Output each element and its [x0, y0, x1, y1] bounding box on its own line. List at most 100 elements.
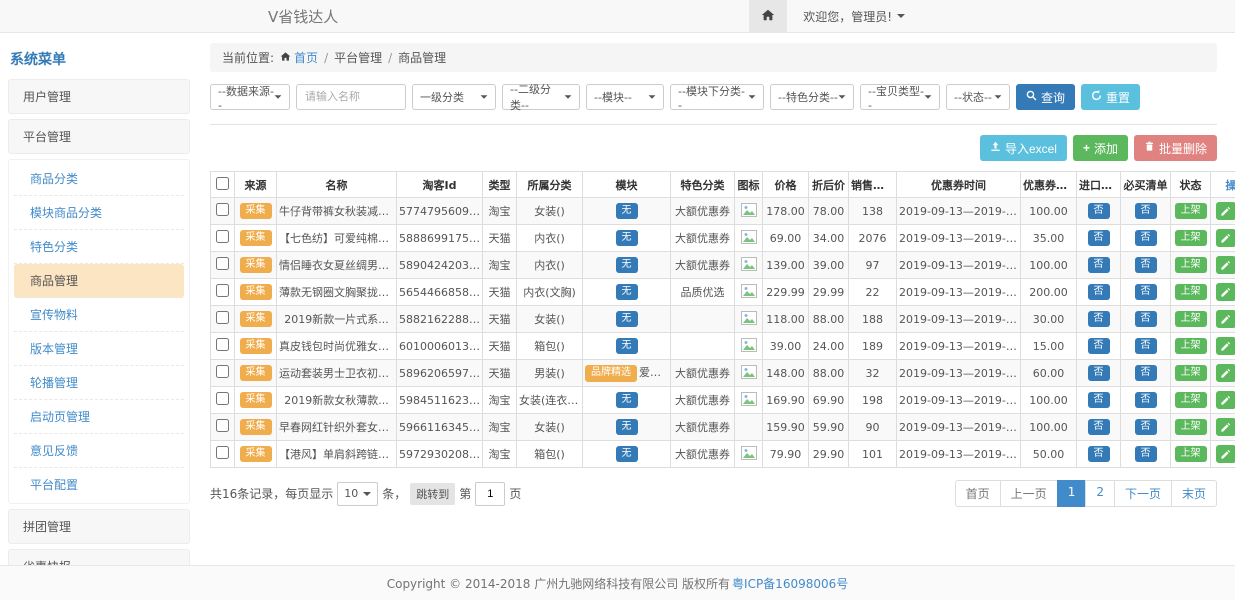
edit-button[interactable] — [1216, 364, 1235, 382]
row-checkbox[interactable] — [216, 365, 229, 378]
row-checkbox[interactable] — [216, 338, 229, 351]
pager-button-2[interactable]: 2 — [1085, 480, 1115, 507]
edit-button[interactable] — [1216, 391, 1235, 409]
import-toggle[interactable]: 否 — [1088, 230, 1110, 247]
sidebar-item-省惠快报[interactable]: 省惠快报 — [8, 549, 190, 565]
sidebar-item-商品分类[interactable]: 商品分类 — [14, 162, 184, 196]
edit-button[interactable] — [1216, 445, 1235, 463]
import-toggle[interactable]: 否 — [1088, 338, 1110, 355]
jump-to-button[interactable]: 跳转到 — [410, 483, 455, 505]
sidebar-item-轮播管理[interactable]: 轮播管理 — [14, 366, 184, 400]
status-toggle[interactable]: 上架 — [1175, 419, 1207, 436]
status-toggle[interactable]: 上架 — [1175, 257, 1207, 274]
sidebar-item-平台管理[interactable]: 平台管理 — [8, 119, 190, 154]
must-buy-toggle[interactable]: 否 — [1135, 419, 1157, 436]
per-page-select[interactable]: 10 — [337, 482, 378, 506]
column-header-来源: 来源 — [235, 172, 277, 198]
must-buy-toggle[interactable]: 否 — [1135, 311, 1157, 328]
row-checkbox[interactable] — [216, 446, 229, 459]
must-buy-toggle[interactable]: 否 — [1135, 338, 1157, 355]
batch-delete-button[interactable]: 批量删除 — [1134, 135, 1217, 161]
status-toggle[interactable]: 上架 — [1175, 203, 1207, 220]
row-checkbox[interactable] — [216, 311, 229, 324]
filter-select[interactable]: --模块下分类-- — [670, 84, 764, 110]
row-checkbox[interactable] — [216, 257, 229, 270]
sidebar-item-模块商品分类[interactable]: 模块商品分类 — [14, 196, 184, 230]
sidebar-item-版本管理[interactable]: 版本管理 — [14, 332, 184, 366]
status-toggle[interactable]: 上架 — [1175, 284, 1207, 301]
main-content: 当前位置: 首页 / 平台管理 / 商品管理 --数据来源-- 一级分类--二级分… — [210, 43, 1217, 565]
sidebar-item-意见反馈[interactable]: 意见反馈 — [14, 434, 184, 468]
filter-select[interactable]: --数据来源-- — [210, 84, 290, 110]
status-toggle[interactable]: 上架 — [1175, 230, 1207, 247]
filter-select[interactable]: --模块-- — [586, 84, 664, 110]
page-number-input[interactable] — [475, 482, 505, 506]
module-text: 爱上运动 — [639, 366, 671, 379]
import-toggle[interactable]: 否 — [1088, 446, 1110, 463]
sidebar-item-宣传物料[interactable]: 宣传物料 — [14, 298, 184, 332]
edit-button[interactable] — [1216, 283, 1235, 301]
edit-button[interactable] — [1216, 337, 1235, 355]
status-toggle[interactable]: 上架 — [1175, 392, 1207, 409]
breadcrumb-home-link[interactable]: 首页 — [280, 49, 318, 66]
search-button[interactable]: 查询 — [1016, 84, 1075, 110]
status-toggle[interactable]: 上架 — [1175, 311, 1207, 328]
import-toggle[interactable]: 否 — [1088, 257, 1110, 274]
chevron-down-icon — [839, 95, 846, 98]
import-toggle[interactable]: 否 — [1088, 284, 1110, 301]
must-buy-toggle[interactable]: 否 — [1135, 392, 1157, 409]
row-checkbox[interactable] — [216, 230, 229, 243]
add-button[interactable]: + 添加 — [1073, 135, 1128, 161]
status-toggle[interactable]: 上架 — [1175, 338, 1207, 355]
must-buy-toggle[interactable]: 否 — [1135, 257, 1157, 274]
must-buy-toggle[interactable]: 否 — [1135, 230, 1157, 247]
home-button[interactable] — [749, 0, 787, 32]
import-toggle[interactable]: 否 — [1088, 419, 1110, 436]
chevron-down-icon — [995, 95, 1002, 98]
sidebar-item-用户管理[interactable]: 用户管理 — [8, 79, 190, 114]
cell-taoke-id: 589620659791 — [397, 360, 483, 387]
import-excel-button[interactable]: 导入excel — [980, 135, 1067, 161]
filter-select[interactable]: --宝贝类型-- — [860, 84, 940, 110]
row-checkbox[interactable] — [216, 392, 229, 405]
pager-button-1[interactable]: 1 — [1057, 480, 1087, 507]
reset-button[interactable]: 重置 — [1081, 84, 1140, 110]
must-buy-toggle[interactable]: 否 — [1135, 284, 1157, 301]
status-toggle[interactable]: 上架 — [1175, 365, 1207, 382]
row-checkbox[interactable] — [216, 203, 229, 216]
edit-button[interactable] — [1216, 202, 1235, 220]
pager-button-上一页[interactable]: 上一页 — [1000, 480, 1058, 507]
row-checkbox[interactable] — [216, 419, 229, 432]
import-toggle[interactable]: 否 — [1088, 365, 1110, 382]
icp-link[interactable]: 粤ICP备16098006号 — [732, 575, 848, 592]
import-toggle[interactable]: 否 — [1088, 392, 1110, 409]
breadcrumb-separator: / — [388, 51, 392, 65]
select-all-checkbox[interactable] — [216, 177, 229, 190]
sidebar-item-特色分类[interactable]: 特色分类 — [14, 230, 184, 264]
status-toggle[interactable]: 上架 — [1175, 446, 1207, 463]
edit-button[interactable] — [1216, 310, 1235, 328]
sidebar-item-平台配置[interactable]: 平台配置 — [14, 468, 184, 501]
filter-select[interactable]: --特色分类-- — [770, 84, 854, 110]
sidebar-item-商品管理[interactable]: 商品管理 — [14, 264, 184, 298]
pager-button-末页[interactable]: 末页 — [1171, 480, 1217, 507]
sidebar-item-启动页管理[interactable]: 启动页管理 — [14, 400, 184, 434]
filter-select[interactable]: --二级分类-- — [502, 84, 580, 110]
row-checkbox[interactable] — [216, 284, 229, 297]
edit-button[interactable] — [1216, 418, 1235, 436]
import-toggle[interactable]: 否 — [1088, 311, 1110, 328]
name-search-input[interactable] — [296, 84, 406, 110]
must-buy-toggle[interactable]: 否 — [1135, 446, 1157, 463]
filter-select[interactable]: --状态-- — [946, 84, 1010, 110]
edit-button[interactable] — [1216, 229, 1235, 247]
must-buy-toggle[interactable]: 否 — [1135, 365, 1157, 382]
import-toggle[interactable]: 否 — [1088, 203, 1110, 220]
must-buy-toggle[interactable]: 否 — [1135, 203, 1157, 220]
pager-button-首页[interactable]: 首页 — [955, 480, 1001, 507]
edit-button[interactable] — [1216, 256, 1235, 274]
user-menu[interactable]: 欢迎您，管理员! — [803, 8, 905, 25]
sidebar-item-拼团管理[interactable]: 拼团管理 — [8, 509, 190, 544]
pager-button-下一页[interactable]: 下一页 — [1114, 480, 1172, 507]
breadcrumb: 当前位置: 首页 / 平台管理 / 商品管理 — [210, 43, 1217, 72]
filter-select[interactable]: 一级分类 — [412, 84, 496, 110]
